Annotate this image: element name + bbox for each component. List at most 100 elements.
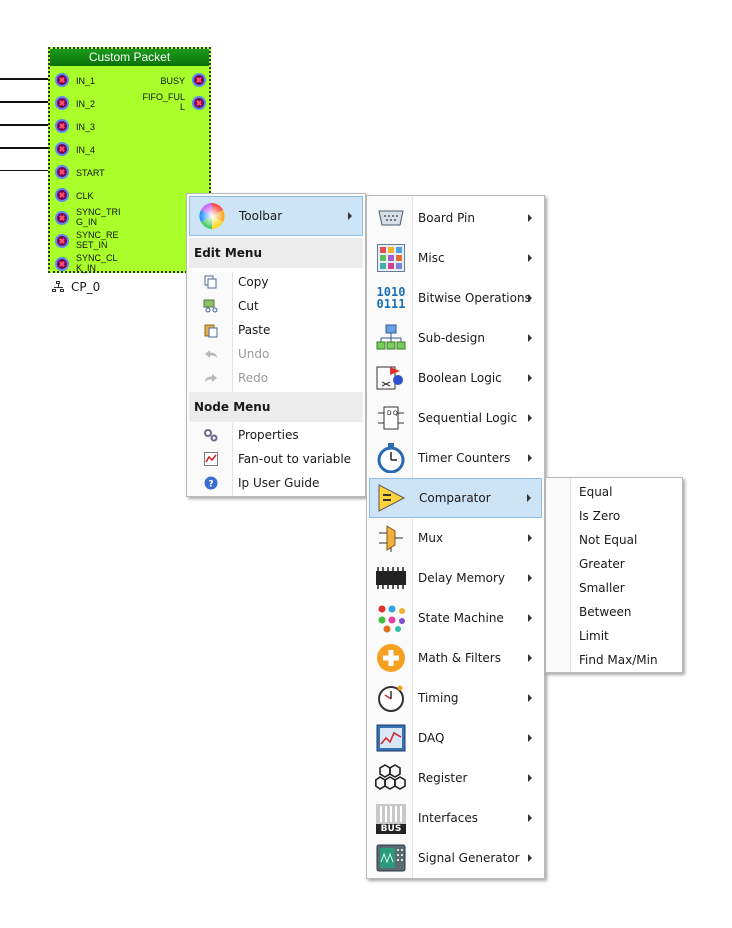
port-in-1[interactable] — [55, 73, 69, 87]
submenu-arrow-icon — [528, 734, 532, 742]
menu-item-label: Redo — [238, 371, 269, 385]
menu-item-label: Properties — [238, 428, 299, 442]
misc-menu-item[interactable]: Misc — [369, 238, 542, 278]
submenu-arrow-icon — [528, 294, 532, 302]
interfaces-menu-item[interactable]: BUS Interfaces — [369, 798, 542, 838]
port-in-2[interactable] — [55, 96, 69, 110]
signal-generator-icon — [375, 842, 407, 874]
properties-menu-item[interactable]: Properties — [189, 423, 363, 447]
node-name-label[interactable]: CP_0 — [52, 280, 100, 294]
gears-icon — [203, 427, 219, 443]
math-filters-menu-item[interactable]: Math & Filters — [369, 638, 542, 678]
mux-menu-item[interactable]: Mux — [369, 518, 542, 558]
comparator-menu-item[interactable]: Comparator — [369, 478, 542, 518]
edit-menu-header: Edit Menu — [189, 238, 363, 268]
copy-menu-item[interactable]: Copy — [189, 270, 363, 294]
timing-menu-item[interactable]: Timing — [369, 678, 542, 718]
comparator-find-max-min[interactable]: Find Max/Min — [548, 648, 680, 672]
menu-item-label: Bitwise Operations — [418, 291, 531, 305]
submenu-arrow-icon — [528, 454, 532, 462]
svg-text:?: ? — [208, 480, 213, 490]
comparator-not-equal[interactable]: Not Equal — [548, 528, 680, 552]
comparator-greater[interactable]: Greater — [548, 552, 680, 576]
menu-item-label: Copy — [238, 275, 269, 289]
submenu-arrow-icon — [528, 654, 532, 662]
color-wheel-icon — [197, 201, 227, 231]
sub-design-menu-item[interactable]: Sub-design — [369, 318, 542, 358]
clock-icon — [375, 682, 407, 714]
board-pin-menu-item[interactable]: Board Pin — [369, 198, 542, 238]
submenu-arrow-icon — [528, 614, 532, 622]
menu-item-label: Equal — [579, 485, 613, 499]
boolean-logic-menu-item[interactable]: Boolean Logic — [369, 358, 542, 398]
submenu-arrow-icon — [528, 414, 532, 422]
bitwise-operations-menu-item[interactable]: 1010 0111 Bitwise Operations — [369, 278, 542, 318]
submenu-arrow-icon — [528, 774, 532, 782]
submenu-arrow-icon — [528, 854, 532, 862]
context-menu: Toolbar Edit Menu Copy Cut Paste Undo Re… — [186, 193, 366, 497]
ip-user-guide-menu-item[interactable]: ? Ip User Guide — [189, 471, 363, 495]
mux-icon — [375, 522, 407, 554]
menu-item-label: Not Equal — [579, 533, 638, 547]
fan-out-menu-item[interactable]: Fan-out to variable — [189, 447, 363, 471]
register-menu-item[interactable]: Register — [369, 758, 542, 798]
timer-counters-menu-item[interactable]: Timer Counters — [369, 438, 542, 478]
daq-menu-item[interactable]: DAQ — [369, 718, 542, 758]
menu-item-label: Boolean Logic — [418, 371, 502, 385]
submenu-arrow-icon — [528, 254, 532, 262]
comparator-smaller[interactable]: Smaller — [548, 576, 680, 600]
comparator-between[interactable]: Between — [548, 600, 680, 624]
boolean-logic-icon — [375, 362, 407, 394]
port-clk[interactable] — [55, 188, 69, 202]
redo-menu-item[interactable]: Redo — [189, 366, 363, 390]
toolbar-menu-item[interactable]: Toolbar — [189, 196, 363, 236]
signal-generator-menu-item[interactable]: Signal Generator — [369, 838, 542, 878]
delay-memory-menu-item[interactable]: Delay Memory — [369, 558, 542, 598]
cut-icon — [203, 298, 219, 314]
port-sync-clk-in[interactable] — [55, 257, 69, 271]
svg-text:Q: Q — [393, 410, 398, 417]
sequential-logic-menu-item[interactable]: DQ Sequential Logic — [369, 398, 542, 438]
submenu-arrow-icon — [528, 814, 532, 822]
network-icon — [52, 281, 65, 293]
menu-item-label: Sequential Logic — [418, 411, 518, 425]
port-label: CLK — [76, 191, 94, 201]
node-name: CP_0 — [71, 280, 101, 294]
comparator-limit[interactable]: Limit — [548, 624, 680, 648]
undo-menu-item[interactable]: Undo — [189, 342, 363, 366]
flipflop-icon: DQ — [375, 402, 407, 434]
paste-menu-item[interactable]: Paste — [189, 318, 363, 342]
board-pin-icon — [375, 202, 407, 234]
port-sync-trig-in[interactable] — [55, 211, 69, 225]
port-label: SYNC_TRI G_IN — [76, 207, 121, 227]
menu-item-label: Ip User Guide — [238, 476, 320, 490]
submenu-arrow-icon — [527, 494, 531, 502]
cut-menu-item[interactable]: Cut — [189, 294, 363, 318]
bus-icon: BUS — [375, 802, 407, 834]
paste-icon — [203, 322, 219, 338]
port-in-3[interactable] — [55, 119, 69, 133]
port-start[interactable] — [55, 165, 69, 179]
port-in-4[interactable] — [55, 142, 69, 156]
port-sync-reset-in[interactable] — [55, 234, 69, 248]
help-icon: ? — [203, 475, 219, 491]
menu-item-label: Limit — [579, 629, 609, 643]
menu-item-label: Signal Generator — [418, 851, 520, 865]
bitwise-icon: 1010 0111 — [373, 282, 409, 314]
menu-item-label: Misc — [418, 251, 445, 265]
menu-item-label: Timing — [418, 691, 459, 705]
redo-icon — [203, 370, 219, 386]
menu-item-label: Between — [579, 605, 632, 619]
daq-icon — [375, 722, 407, 754]
menu-item-label: Interfaces — [418, 811, 478, 825]
comparator-equal[interactable]: Equal — [548, 480, 680, 504]
state-machine-menu-item[interactable]: State Machine — [369, 598, 542, 638]
port-busy[interactable] — [192, 73, 206, 87]
menu-item-label: Sub-design — [418, 331, 485, 345]
port-label: BUSY — [160, 76, 185, 86]
comparator-icon — [375, 482, 407, 514]
comparator-is-zero[interactable]: Is Zero — [548, 504, 680, 528]
menu-item-label: Is Zero — [579, 509, 621, 523]
svg-text:D: D — [387, 410, 392, 417]
port-fifo-full[interactable] — [192, 96, 206, 110]
